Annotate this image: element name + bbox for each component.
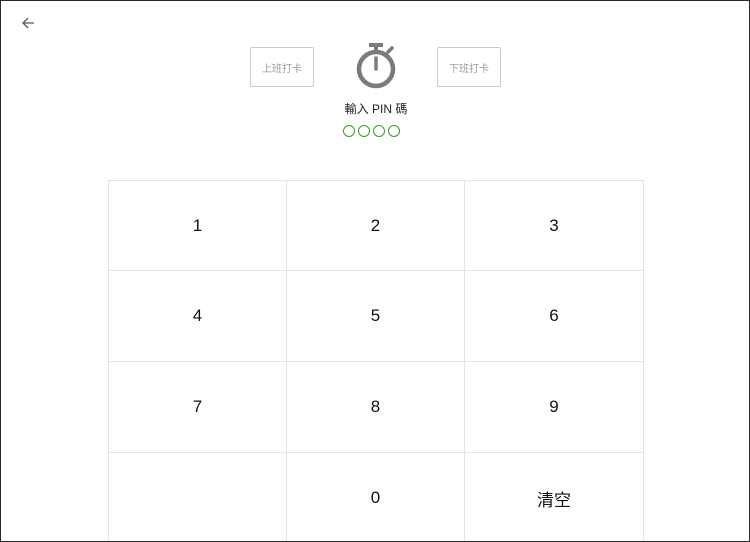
key-6[interactable]: 6 <box>465 271 644 362</box>
pin-dot <box>373 125 385 137</box>
pin-prompt: 輸入 PIN 碼 <box>344 102 408 116</box>
pin-dot <box>358 125 370 137</box>
clock-out-button[interactable]: 下班打卡 <box>437 47 501 87</box>
pin-entry-screen: 上班打卡 下班打卡 輸入 PIN 碼 1 2 3 4 5 6 7 8 9 0 清… <box>0 0 750 542</box>
stopwatch-icon <box>356 43 396 89</box>
key-blank <box>109 453 287 541</box>
key-8[interactable]: 8 <box>287 362 465 453</box>
key-2[interactable]: 2 <box>287 181 465 271</box>
pin-dot <box>343 125 355 137</box>
key-0[interactable]: 0 <box>287 453 465 541</box>
numeric-keypad: 1 2 3 4 5 6 7 8 9 0 清空 <box>108 180 644 541</box>
pin-dot <box>388 125 400 137</box>
key-4[interactable]: 4 <box>109 271 287 362</box>
key-1[interactable]: 1 <box>109 181 287 271</box>
back-button[interactable] <box>17 13 39 33</box>
key-9[interactable]: 9 <box>465 362 644 453</box>
key-5[interactable]: 5 <box>287 271 465 362</box>
pin-indicator <box>343 125 400 137</box>
clear-button[interactable]: 清空 <box>465 453 644 541</box>
arrow-left-icon <box>22 17 34 29</box>
clock-in-button[interactable]: 上班打卡 <box>250 47 314 87</box>
key-7[interactable]: 7 <box>109 362 287 453</box>
key-3[interactable]: 3 <box>465 181 644 271</box>
